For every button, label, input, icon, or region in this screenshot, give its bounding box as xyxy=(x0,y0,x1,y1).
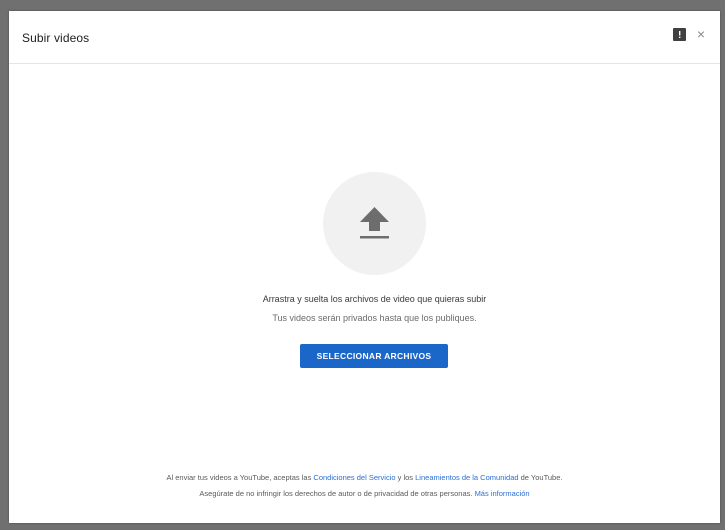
drag-drop-instructions: Arrastra y suelta los archivos de video … xyxy=(262,294,487,304)
privacy-note: Tus videos serán privados hasta que los … xyxy=(272,313,477,323)
select-files-button[interactable]: SELECCIONAR ARCHIVOS xyxy=(300,344,448,368)
learn-more-link[interactable]: Más información xyxy=(475,489,530,498)
dialog-header: Subir videos × xyxy=(9,11,720,64)
copyright-text: Asegúrate de no infringir los derechos d… xyxy=(199,489,475,498)
dialog-title: Subir videos xyxy=(22,31,90,45)
terms-middle: y los xyxy=(395,473,416,482)
terms-suffix: de YouTube. xyxy=(518,473,563,482)
feedback-icon[interactable] xyxy=(673,28,686,41)
community-guidelines-link[interactable]: Lineamientos de la Comunidad xyxy=(415,473,518,482)
upload-arrow-icon xyxy=(360,207,389,239)
upload-dialog: Subir videos × Arrastra y suelta los arc… xyxy=(9,11,720,523)
close-button[interactable]: × xyxy=(692,25,710,43)
copyright-notice: Asegúrate de no infringir los derechos d… xyxy=(64,489,665,498)
terms-prefix: Al enviar tus videos a YouTube, aceptas … xyxy=(166,473,314,482)
upload-drop-zone[interactable] xyxy=(323,172,426,275)
terms-notice: Al enviar tus videos a YouTube, aceptas … xyxy=(64,473,665,482)
terms-of-service-link[interactable]: Condiciones del Servicio xyxy=(313,473,395,482)
